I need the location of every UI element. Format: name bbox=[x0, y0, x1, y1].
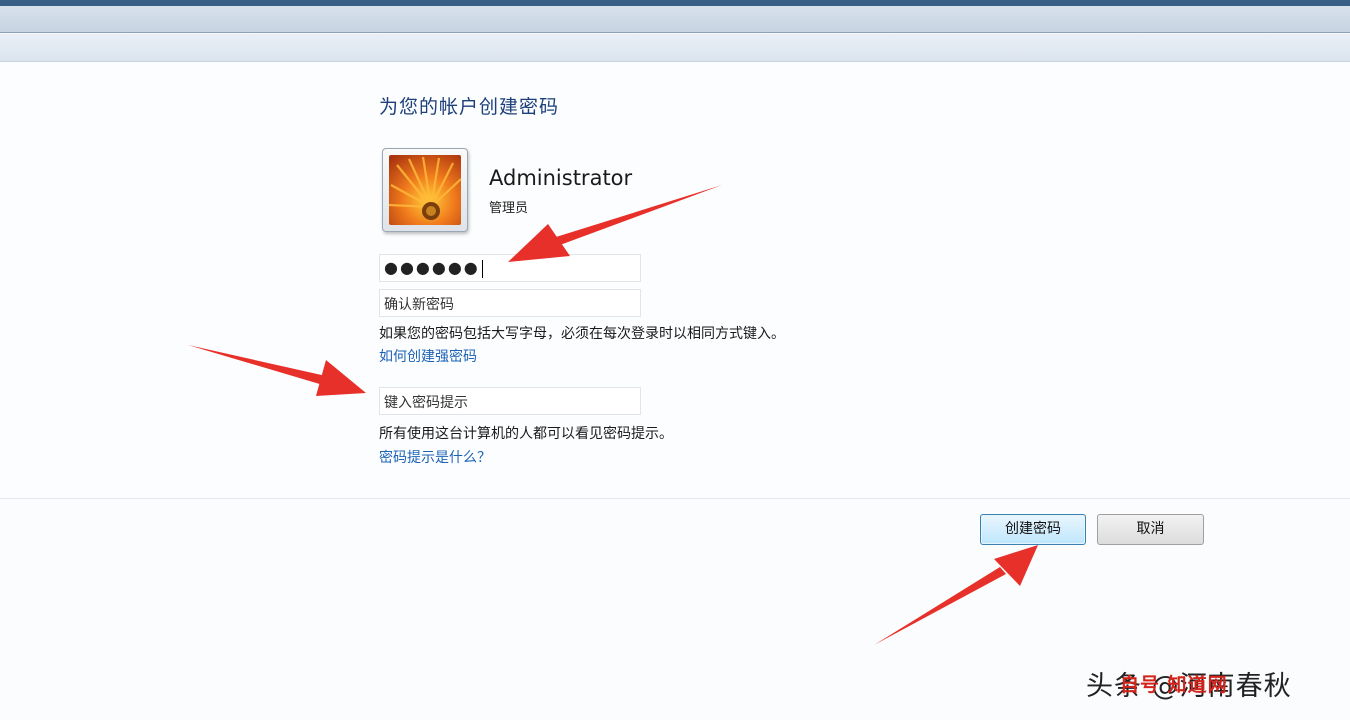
password-mask: ●●●●●● bbox=[384, 258, 480, 277]
watermark-overlay-text: 自号 知道网 bbox=[1120, 674, 1228, 696]
password-hint-help-link[interactable]: 密码提示是什么？ bbox=[379, 447, 491, 467]
create-password-button[interactable]: 创建密码 bbox=[980, 514, 1086, 545]
flower-avatar-icon bbox=[389, 155, 461, 225]
user-name: Administrator bbox=[489, 166, 633, 190]
new-password-input[interactable]: ●●●●●● bbox=[379, 254, 641, 282]
address-bar bbox=[0, 34, 1350, 62]
cancel-button[interactable]: 取消 bbox=[1097, 514, 1204, 545]
create-strong-password-link[interactable]: 如何创建强密码 bbox=[379, 346, 477, 366]
caps-warning-text: 如果您的密码包括大写字母，必须在每次登录时以相同方式键入。 bbox=[379, 326, 785, 342]
hint-visibility-text: 所有使用这台计算机的人都可以看见密码提示。 bbox=[379, 426, 673, 442]
text-caret bbox=[481, 259, 483, 278]
confirm-password-input[interactable]: 确认新密码 bbox=[379, 289, 641, 317]
user-role: 管理员 bbox=[489, 201, 529, 216]
content-panel bbox=[0, 62, 1350, 498]
avatar bbox=[382, 148, 468, 232]
window-title-bar bbox=[0, 6, 1350, 33]
page-title: 为您的帐户创建密码 bbox=[379, 96, 560, 118]
password-hint-input[interactable]: 键入密码提示 bbox=[379, 387, 641, 415]
